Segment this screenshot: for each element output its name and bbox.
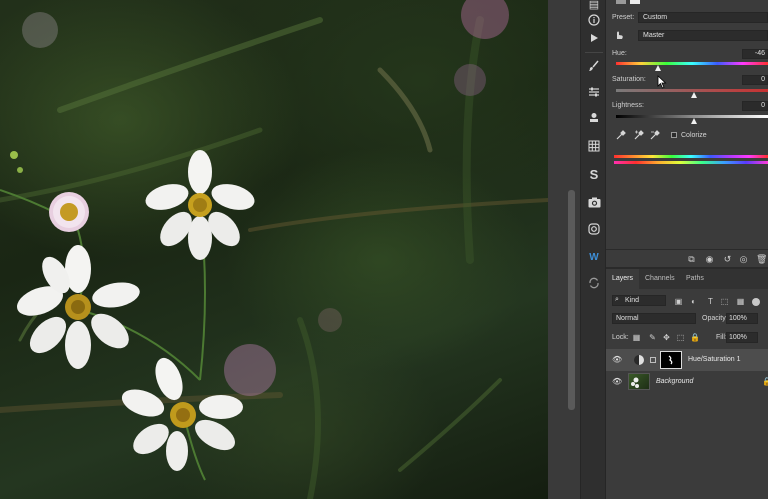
- blend-mode-dropdown[interactable]: Normal: [612, 313, 696, 324]
- grid-icon[interactable]: [584, 136, 604, 156]
- visibility-icon[interactable]: ◎: [738, 254, 749, 265]
- saturation-slider-thumb[interactable]: [691, 92, 697, 98]
- adjustments-icon[interactable]: [584, 82, 604, 102]
- preset-dropdown[interactable]: Custom: [638, 12, 768, 23]
- mouse-cursor-icon: [657, 75, 667, 89]
- w-icon[interactable]: W: [584, 247, 604, 267]
- targeted-adjustment-icon[interactable]: [614, 30, 624, 40]
- sync-icon[interactable]: [584, 273, 604, 293]
- fill-field[interactable]: 100%: [726, 332, 758, 343]
- shape-filter-icon[interactable]: ⬚: [720, 297, 729, 306]
- adjustment-layer-icon: [634, 355, 644, 365]
- link-icon: [650, 357, 656, 363]
- lock-position-icon[interactable]: ✥: [662, 333, 671, 342]
- lock-icon: 🔒: [762, 377, 768, 386]
- brush-icon[interactable]: [584, 56, 604, 76]
- hue-slider-thumb[interactable]: [655, 65, 661, 71]
- stamp-icon[interactable]: [584, 108, 604, 128]
- layer-name: Hue/Saturation 1: [688, 356, 741, 363]
- channel-dropdown[interactable]: Master: [638, 30, 768, 41]
- lock-label: Lock:: [612, 334, 629, 341]
- hue-slider[interactable]: [616, 62, 768, 65]
- filter-kind-label: Kind: [625, 297, 640, 304]
- eyedropper-minus-icon[interactable]: [650, 130, 660, 140]
- lock-pixels-icon[interactable]: ✎: [648, 333, 657, 342]
- opacity-field[interactable]: 100%: [726, 313, 758, 324]
- properties-panel: Preset: Custom Master Hue: -46 Saturatio…: [606, 0, 768, 265]
- hue-value[interactable]: -46: [742, 49, 768, 59]
- canvas-scrollbar-area: [548, 0, 580, 499]
- mask-type-icon: [630, 0, 640, 4]
- layers-tabs: Layers Channels Paths: [606, 269, 768, 289]
- camera-icon[interactable]: [584, 192, 604, 212]
- layer-row-hue-saturation[interactable]: 👁 Hue/Saturation 1: [606, 349, 768, 371]
- saturation-label: Saturation:: [612, 76, 646, 83]
- properties-footer: ⧉ ◉ ↺ ◎ 🗑: [606, 249, 768, 267]
- delete-icon[interactable]: 🗑: [756, 254, 767, 265]
- panel-icon-bar: ▤ S W: [580, 0, 606, 499]
- lightness-label: Lightness:: [612, 102, 644, 109]
- lock-artboard-icon[interactable]: ⬚: [676, 333, 685, 342]
- flower-photo: [0, 0, 548, 499]
- layers-panel: Layers Channels Paths Kind ⌕ ▣ ◐ T ⬚ ▦ N…: [606, 267, 768, 499]
- eye-icon[interactable]: 👁: [612, 355, 623, 364]
- clip-to-layer-icon[interactable]: ⧉: [686, 254, 697, 265]
- search-icon: ⌕: [615, 296, 619, 303]
- vertical-scrollbar[interactable]: [568, 190, 575, 410]
- saturation-value[interactable]: 0: [742, 75, 768, 85]
- layer-mask-thumbnail[interactable]: [660, 351, 682, 369]
- type-filter-icon[interactable]: T: [706, 297, 715, 306]
- lock-all-icon[interactable]: 🔒: [690, 333, 700, 342]
- smart-object-filter-icon[interactable]: ▦: [736, 297, 745, 306]
- adjustment-filter-icon[interactable]: ◐: [689, 297, 698, 306]
- lightness-slider-thumb[interactable]: [691, 118, 697, 124]
- opacity-label: Opacity:: [702, 315, 728, 322]
- colorize-label: Colorize: [681, 132, 707, 139]
- layer-row-background[interactable]: 👁 Background 🔒: [606, 371, 768, 393]
- colorize-checkbox[interactable]: [671, 132, 677, 138]
- lock-transparent-icon[interactable]: ▦: [632, 333, 641, 342]
- hue-label: Hue:: [612, 50, 627, 57]
- tab-channels[interactable]: Channels: [639, 269, 681, 289]
- document-canvas[interactable]: [0, 0, 548, 499]
- eye-icon[interactable]: 👁: [612, 377, 623, 386]
- pixel-filter-icon[interactable]: ▣: [674, 297, 683, 306]
- info-icon[interactable]: [584, 10, 604, 30]
- preset-label: Preset:: [612, 14, 635, 21]
- layer-name: Background: [656, 378, 694, 385]
- view-previous-icon[interactable]: ◉: [704, 254, 715, 265]
- result-spectrum-bar: [614, 161, 768, 164]
- lightness-value[interactable]: 0: [742, 101, 768, 111]
- reset-icon[interactable]: ↺: [722, 254, 733, 265]
- eyedropper-plus-icon[interactable]: [634, 130, 644, 140]
- toolbar-divider: [585, 52, 603, 53]
- tab-paths[interactable]: Paths: [680, 269, 710, 289]
- instagram-icon[interactable]: [584, 219, 604, 239]
- source-spectrum-bar: [614, 155, 768, 158]
- filter-toggle-icon[interactable]: [752, 298, 760, 306]
- eyedropper-icon[interactable]: [616, 130, 626, 140]
- filter-kind-dropdown[interactable]: Kind: [612, 295, 666, 306]
- play-icon[interactable]: [584, 28, 604, 48]
- layer-thumbnail: [628, 373, 650, 390]
- tab-layers[interactable]: Layers: [606, 269, 640, 289]
- adjustment-type-icon: [616, 0, 626, 4]
- s-icon[interactable]: S: [584, 164, 604, 184]
